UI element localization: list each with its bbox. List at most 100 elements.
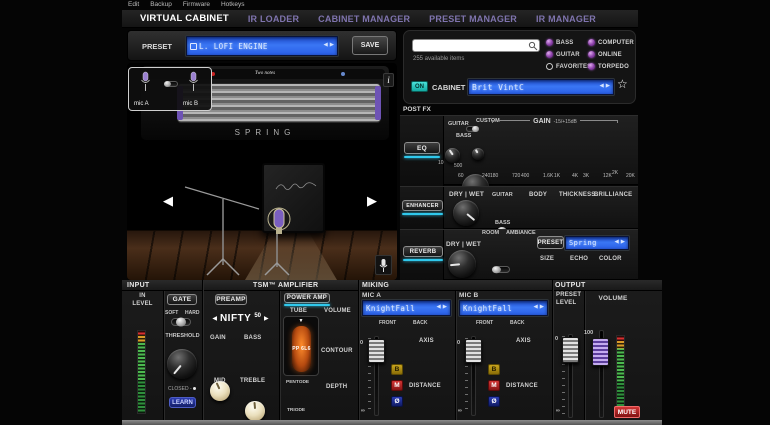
eq-band4-min: 1K [554, 173, 560, 179]
mic-b-thumbnail-icon[interactable] [187, 71, 199, 93]
prev-cabinet-arrow[interactable]: ◀ [163, 193, 173, 209]
reverb-drywet-label: DRY | WET [446, 241, 481, 248]
mic-a-prev-icon[interactable]: ◀ [437, 305, 441, 311]
enhancer-mode-bass: BASS [495, 220, 510, 226]
filter-online[interactable]: ONLINE [588, 51, 622, 58]
volume-value-label: 100 [584, 330, 593, 336]
menu-edit[interactable]: Edit [128, 1, 139, 8]
mic-b-mute-button[interactable]: M [488, 380, 500, 391]
size-label: SIZE [540, 256, 554, 262]
tab-ir-manager[interactable]: IR MANAGER [536, 14, 596, 24]
mic-a-next-icon[interactable]: ▶ [443, 305, 447, 311]
mic-a-distance-label: DISTANCE [409, 383, 441, 389]
gate-knee-toggle[interactable] [171, 318, 191, 326]
amp-model-selector[interactable]: ◀ NIFTY 50 ▶ [202, 313, 279, 324]
mic-b-next-icon[interactable]: ▶ [540, 305, 544, 311]
bass-knob[interactable] [245, 401, 265, 421]
cabinet-prev-icon[interactable]: ◀ [600, 84, 604, 90]
reverb-drywet-knob[interactable] [448, 250, 476, 278]
add-mic-button[interactable] [375, 255, 392, 275]
filter-bass[interactable]: BASS [546, 39, 573, 46]
threshold-knob[interactable] [167, 349, 197, 379]
menu-hotkeys[interactable]: Hotkeys [221, 1, 244, 8]
reverb-button[interactable]: REVERB [403, 246, 443, 261]
mic-a-mute-button[interactable]: M [391, 380, 403, 391]
mic-a-display[interactable]: KnightFall ◀ ▶ [362, 300, 451, 316]
guitar-radio[interactable] [546, 51, 553, 58]
computer-radio[interactable] [588, 39, 595, 46]
brilliance-label: BRILLIANCE [594, 192, 632, 198]
filter-computer[interactable]: COMPUTER [588, 39, 634, 46]
preset-level-inf-label: ∞ [556, 408, 560, 414]
enhancer-drywet-knob[interactable] [453, 200, 479, 226]
eq-band5-max: 12K [603, 173, 612, 179]
info-button[interactable]: i [383, 73, 394, 87]
mic-room-scene: ◀ ▶ [127, 147, 397, 280]
eq-mode-toggle[interactable] [466, 126, 479, 132]
mic-a-phase-button[interactable]: Ø [391, 396, 403, 407]
preset-next-icon[interactable]: ▶ [330, 43, 334, 49]
save-button[interactable]: SAVE [352, 36, 388, 55]
learn-button[interactable]: LEARN [169, 397, 196, 408]
amp-next-icon[interactable]: ▶ [264, 315, 269, 322]
filter-torpedo[interactable]: TORPEDO [588, 63, 629, 70]
eq-button[interactable]: EQ [404, 142, 440, 158]
online-radio[interactable] [588, 51, 595, 58]
tube-selector[interactable]: ▼ PP 6L6 [283, 316, 319, 376]
mic-b-bypass-button[interactable]: B [488, 364, 500, 375]
eq-lowcut-knob[interactable] [445, 148, 460, 163]
reverb-preset-prev-icon[interactable]: ◀ [615, 240, 619, 246]
filter-favorites[interactable]: FAVORITES [546, 63, 591, 70]
amp-prev-icon[interactable]: ◀ [212, 315, 217, 322]
gain-knob[interactable] [210, 381, 230, 401]
mic-b-fader[interactable] [465, 339, 482, 363]
filter-guitar[interactable]: GUITAR [546, 51, 580, 58]
tab-virtual-cabinet[interactable]: VIRTUAL CABINET [140, 13, 229, 24]
mic-b-phase-button[interactable]: Ø [488, 396, 500, 407]
reverb-preset-next-icon[interactable]: ▶ [621, 240, 625, 246]
preset-level-fader[interactable] [562, 337, 579, 363]
cabinet-name: Brit VintC [472, 83, 598, 92]
next-cabinet-arrow[interactable]: ▶ [367, 193, 377, 209]
tab-preset-manager[interactable]: PRESET MANAGER [429, 14, 517, 24]
tab-ir-loader[interactable]: IR LOADER [248, 14, 299, 24]
eq-mode-guitar-label: GUITAR [448, 121, 469, 127]
input-header: INPUT [127, 282, 150, 289]
poweramp-button[interactable]: POWER AMP [284, 293, 330, 306]
mic-b-prev-icon[interactable]: ◀ [534, 305, 538, 311]
favorite-star-icon[interactable]: ☆ [617, 77, 628, 91]
mic-a-zero-label: 0 [360, 340, 363, 346]
menu-firmware[interactable]: Firmware [183, 1, 210, 8]
cabinet-next-icon[interactable]: ▶ [606, 84, 610, 90]
bass-radio[interactable] [546, 39, 553, 46]
contour-label: CONTOUR [321, 348, 353, 354]
enhancer-button[interactable]: ENHANCER [402, 200, 443, 215]
volume-fader[interactable] [592, 338, 609, 366]
mic-ab-toggle[interactable] [164, 81, 178, 87]
brand-logo: Two notes [255, 71, 275, 76]
search-input[interactable] [412, 39, 540, 52]
reverb-preset-display[interactable]: Spring ◀ ▶ [565, 236, 629, 250]
reverb-mode-toggle[interactable] [492, 266, 510, 273]
preset-display[interactable]: L. LOFI ENGINE ◀ ▶ [186, 36, 338, 56]
preset-prev-icon[interactable]: ◀ [324, 43, 328, 49]
mic-b-display[interactable]: KnightFall ◀ ▶ [459, 300, 548, 316]
tab-cabinet-manager[interactable]: CABINET MANAGER [318, 14, 410, 24]
torpedo-radio[interactable] [588, 63, 595, 70]
favorites-radio[interactable] [546, 63, 553, 70]
window-baseboard [122, 420, 662, 425]
cabinet-display[interactable]: Brit VintC ◀ ▶ [468, 79, 614, 95]
menu-backup[interactable]: Backup [150, 1, 172, 8]
eq-section: EQ GUITAR CUSTOM BASS GAIN -15/+15dB 10 … [400, 115, 638, 185]
mic-a-thumbnail-icon[interactable] [139, 71, 151, 93]
cabinet-viewer: Two notes SPRING mic A mic B i [127, 63, 397, 280]
mic-a-bypass-button[interactable]: B [391, 364, 403, 375]
eq-band1-gain-knob[interactable] [472, 148, 484, 160]
mute-button[interactable]: MUTE [614, 406, 640, 418]
preset-label: PRESET [142, 42, 172, 51]
mic-a-fader[interactable] [368, 339, 385, 363]
cabinet-on-button[interactable]: ON [411, 81, 428, 92]
gain-label: GAIN [210, 335, 226, 341]
in-level-label-2: LEVEL [122, 301, 163, 307]
eq-band1-min: 60 [458, 173, 464, 179]
